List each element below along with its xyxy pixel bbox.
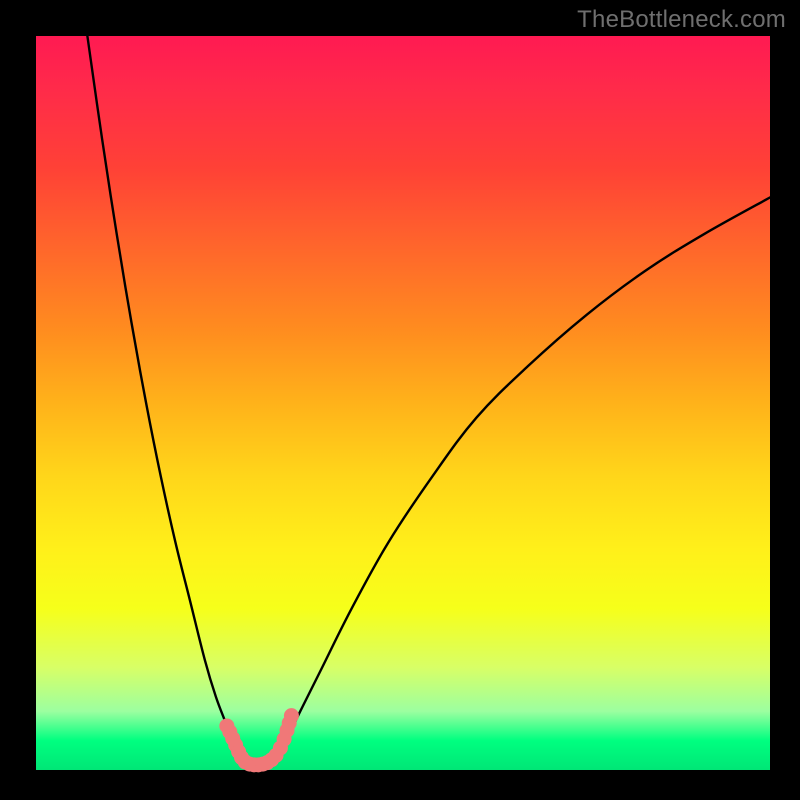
watermark-text: TheBottleneck.com (577, 6, 786, 34)
bottleneck-curve (87, 36, 770, 766)
plot-area (36, 36, 770, 770)
curve-svg (36, 36, 770, 770)
curve-marker (284, 708, 299, 723)
curve-markers (219, 708, 299, 772)
chart-stage: TheBottleneck.com (0, 0, 800, 800)
